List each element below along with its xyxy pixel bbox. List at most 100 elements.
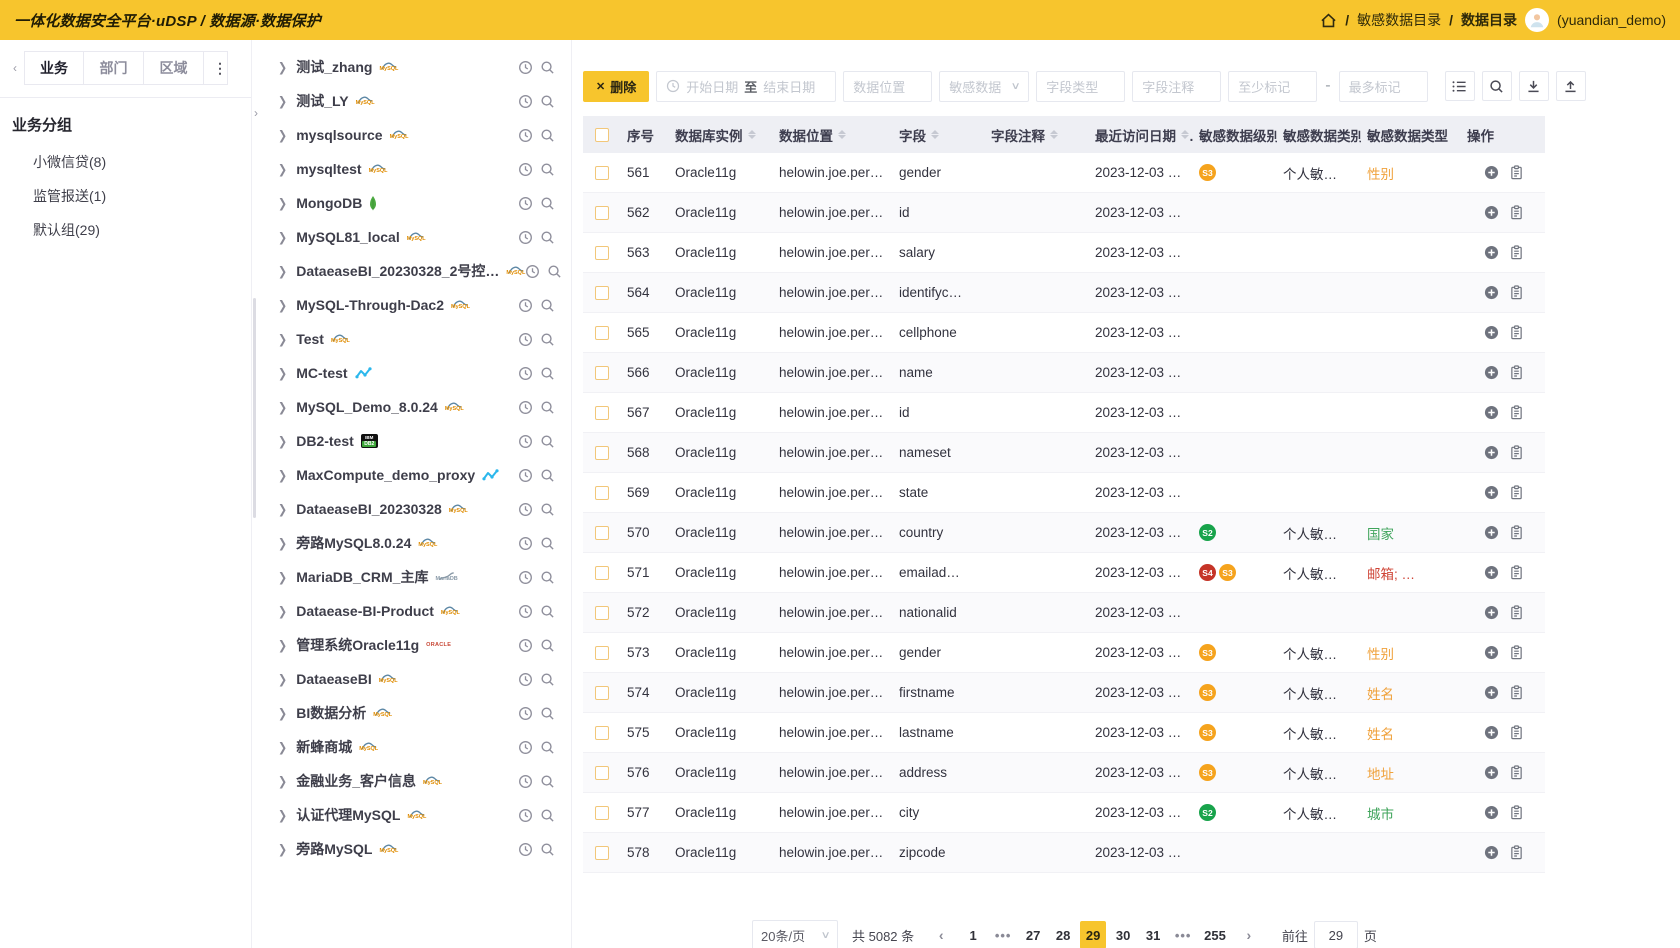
add-mark-icon[interactable] — [1484, 725, 1499, 740]
clock-icon[interactable] — [518, 672, 533, 687]
username-label[interactable]: (yuandian_demo) — [1557, 12, 1666, 28]
field-type-input[interactable]: 字段类型 — [1036, 71, 1125, 102]
column-header-field[interactable]: 字段 — [893, 116, 985, 153]
tree-item[interactable]: ❯新蜂商城MySQL — [252, 730, 571, 764]
search-icon[interactable] — [540, 706, 555, 721]
detail-clipboard-icon[interactable] — [1510, 365, 1523, 380]
tree-item[interactable]: ❯MongoDB — [252, 186, 571, 220]
detail-clipboard-icon[interactable] — [1510, 725, 1523, 740]
chevron-right-icon[interactable]: ❯ — [278, 672, 287, 687]
sidebar-tab-3[interactable]: ⋮ — [204, 51, 228, 85]
sort-icon[interactable] — [838, 130, 846, 139]
search-icon[interactable] — [540, 94, 555, 109]
goto-page-input[interactable]: 29 — [1314, 921, 1358, 948]
search-icon[interactable] — [540, 740, 555, 755]
detail-clipboard-icon[interactable] — [1510, 205, 1523, 220]
detail-clipboard-icon[interactable] — [1510, 445, 1523, 460]
chevron-right-icon[interactable]: ❯ — [278, 230, 287, 245]
tree-item[interactable]: ❯mysqlsourceMySQL — [252, 118, 571, 152]
clock-icon[interactable] — [518, 230, 533, 245]
search-icon[interactable] — [540, 230, 555, 245]
delete-button[interactable]: ✕ 删除 — [583, 71, 649, 102]
chevron-right-icon[interactable]: ❯ — [278, 570, 287, 585]
chevron-right-icon[interactable]: ❯ — [278, 604, 287, 619]
tree-item[interactable]: ❯MC-test — [252, 356, 571, 390]
chevron-right-icon[interactable]: ❯ — [278, 808, 287, 823]
chevron-right-icon[interactable]: ❯ — [278, 298, 287, 313]
clock-icon[interactable] — [518, 366, 533, 381]
chevron-right-icon[interactable]: ❯ — [278, 264, 287, 279]
tree-item[interactable]: ❯旁路MySQL8.0.24MySQL — [252, 526, 571, 560]
add-mark-icon[interactable] — [1484, 245, 1499, 260]
search-icon[interactable] — [547, 264, 562, 279]
detail-clipboard-icon[interactable] — [1510, 325, 1523, 340]
cell-type[interactable]: 国家 — [1361, 513, 1461, 553]
chevron-right-icon[interactable]: ❯ — [278, 502, 287, 517]
select-all-checkbox[interactable] — [595, 128, 609, 142]
search-icon[interactable] — [540, 536, 555, 551]
clock-icon[interactable] — [518, 60, 533, 75]
tree-item[interactable]: ❯DataeaseBIMySQL — [252, 662, 571, 696]
detail-clipboard-icon[interactable] — [1510, 485, 1523, 500]
search-icon[interactable] — [540, 196, 555, 211]
page-button-28[interactable]: 28 — [1050, 921, 1076, 948]
row-checkbox[interactable] — [595, 246, 609, 260]
add-mark-icon[interactable] — [1484, 325, 1499, 340]
download-button[interactable] — [1519, 71, 1549, 101]
detail-clipboard-icon[interactable] — [1510, 405, 1523, 420]
search-icon[interactable] — [540, 298, 555, 313]
detail-clipboard-icon[interactable] — [1510, 645, 1523, 660]
tree-item[interactable]: ❯mysqltestMySQL — [252, 152, 571, 186]
add-mark-icon[interactable] — [1484, 605, 1499, 620]
row-checkbox[interactable] — [595, 566, 609, 580]
search-icon[interactable] — [540, 672, 555, 687]
row-checkbox[interactable] — [595, 686, 609, 700]
add-mark-icon[interactable] — [1484, 165, 1499, 180]
search-button[interactable] — [1482, 71, 1512, 101]
cell-type[interactable]: 城市 — [1361, 793, 1461, 833]
search-icon[interactable] — [540, 434, 555, 449]
add-mark-icon[interactable] — [1484, 565, 1499, 580]
clock-icon[interactable] — [518, 638, 533, 653]
tree-item[interactable]: ❯测试_zhangMySQL — [252, 50, 571, 84]
chevron-right-icon[interactable]: ❯ — [278, 94, 287, 109]
tree-item[interactable]: ❯DataeaseBI_20230328_2号控…MySQL — [252, 254, 571, 288]
clock-icon[interactable] — [518, 808, 533, 823]
clock-icon[interactable] — [518, 298, 533, 313]
row-checkbox[interactable] — [595, 766, 609, 780]
clock-icon[interactable] — [518, 740, 533, 755]
search-icon[interactable] — [540, 774, 555, 789]
cell-type[interactable]: 性别 — [1361, 633, 1461, 673]
clock-icon[interactable] — [518, 468, 533, 483]
chevron-right-icon[interactable]: ❯ — [278, 128, 287, 143]
tree-item[interactable]: ❯DB2-testIBMDB2 — [252, 424, 571, 458]
add-mark-icon[interactable] — [1484, 205, 1499, 220]
add-mark-icon[interactable] — [1484, 525, 1499, 540]
add-mark-icon[interactable] — [1484, 445, 1499, 460]
home-icon[interactable] — [1320, 12, 1337, 29]
add-mark-icon[interactable] — [1484, 685, 1499, 700]
max-mark-input[interactable]: 最多标记 — [1339, 71, 1428, 102]
row-checkbox[interactable] — [595, 526, 609, 540]
tree-item[interactable]: ❯MySQL81_localMySQL — [252, 220, 571, 254]
clock-icon[interactable] — [525, 264, 540, 279]
clock-icon[interactable] — [518, 774, 533, 789]
tree-item[interactable]: ❯DataeaseBI_20230328MySQL — [252, 492, 571, 526]
group-item[interactable]: 小微信贷(8) — [0, 145, 251, 179]
clock-icon[interactable] — [518, 128, 533, 143]
row-checkbox[interactable] — [595, 646, 609, 660]
sort-icon[interactable] — [1050, 130, 1058, 139]
search-icon[interactable] — [540, 570, 555, 585]
clock-icon[interactable] — [518, 604, 533, 619]
chevron-right-icon[interactable]: ❯ — [278, 366, 287, 381]
chevron-right-icon[interactable]: ❯ — [278, 774, 287, 789]
row-checkbox[interactable] — [595, 166, 609, 180]
sidebar-tab-2[interactable]: 区域 — [144, 51, 204, 85]
search-icon[interactable] — [540, 502, 555, 517]
clock-icon[interactable] — [518, 434, 533, 449]
tree-item[interactable]: ❯BI数据分析MySQL — [252, 696, 571, 730]
chevron-right-icon[interactable]: ❯ — [278, 332, 287, 347]
group-item[interactable]: 默认组(29) — [0, 213, 251, 247]
cell-type[interactable]: 性别 — [1361, 153, 1461, 193]
min-mark-input[interactable]: 至少标记 — [1228, 71, 1317, 102]
